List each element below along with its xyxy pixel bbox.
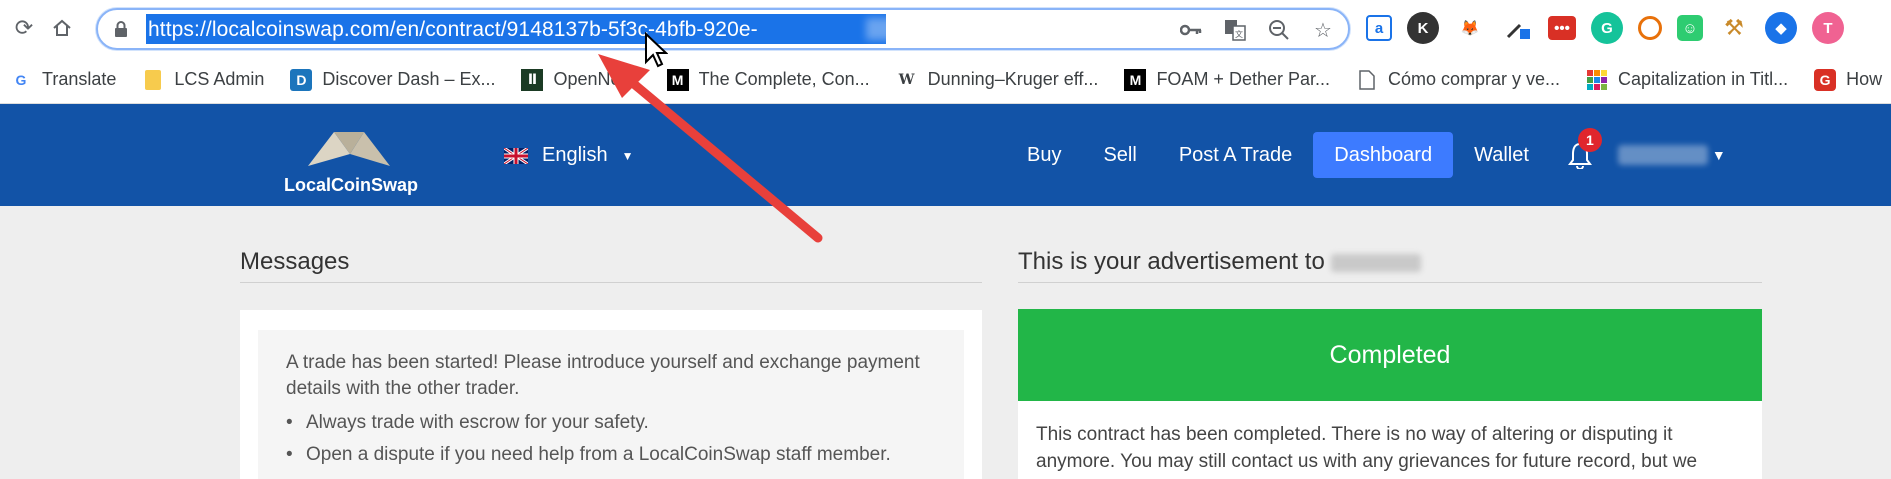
list-item: Open a dispute if you need help from a L… xyxy=(286,442,936,468)
divider xyxy=(240,282,982,283)
messages-title: Messages xyxy=(240,248,350,275)
messages-card: A trade has been started! Please introdu… xyxy=(240,310,982,479)
system-message-text: A trade has been started! Please introdu… xyxy=(286,352,920,399)
list-item: Always trade with escrow for your safety… xyxy=(286,410,936,436)
counterparty-redacted xyxy=(1331,253,1422,272)
advert-title: This is your advertisement to xyxy=(1018,248,1422,276)
status-description: This contract has been completed. There … xyxy=(1018,401,1762,479)
tips-list: Always trade with escrow for your safety… xyxy=(286,410,936,468)
mouse-cursor-icon xyxy=(645,32,668,68)
divider xyxy=(1018,282,1762,283)
system-message: A trade has been started! Please introdu… xyxy=(258,330,964,479)
status-banner: Completed xyxy=(1018,309,1762,401)
advert-title-text: This is your advertisement to xyxy=(1018,248,1325,275)
